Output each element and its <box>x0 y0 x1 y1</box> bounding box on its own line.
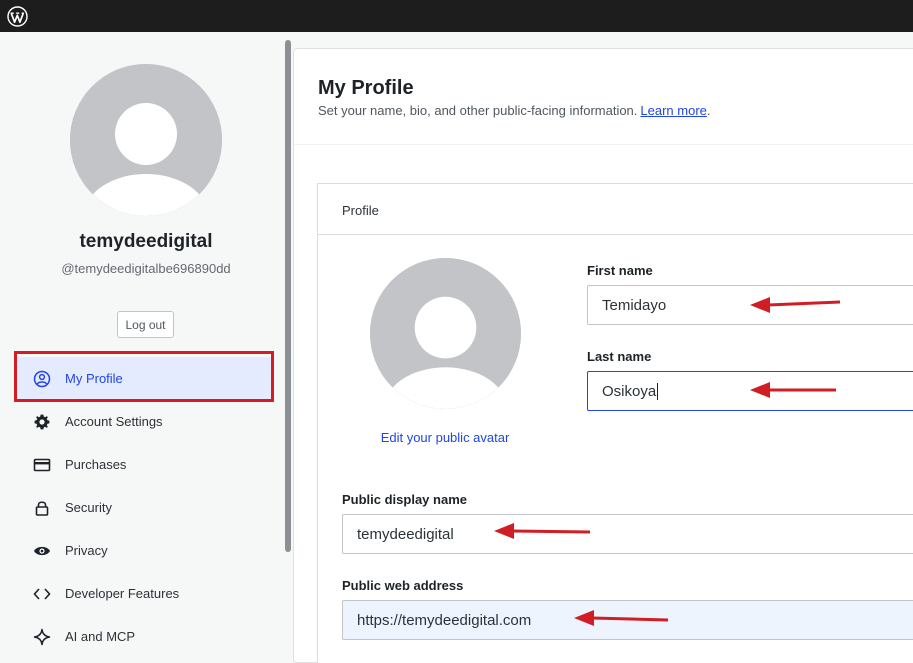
last-name-label: Last name <box>587 349 652 364</box>
sidebar-item-label: Privacy <box>65 543 108 558</box>
username: temydeedigital <box>79 231 213 252</box>
learn-more-link[interactable]: Learn more <box>640 103 706 118</box>
profile-card-header: Profile <box>318 184 913 235</box>
sidebar-item-privacy[interactable]: Privacy <box>16 529 272 572</box>
text-caret <box>657 382 659 400</box>
sidebar-item-purchases[interactable]: Purchases <box>16 443 272 486</box>
public-avatar[interactable] <box>370 258 521 409</box>
eye-icon <box>32 541 52 561</box>
sidebar-item-security[interactable]: Security <box>16 486 272 529</box>
sidebar-item-label: AI and MCP <box>65 629 136 644</box>
sidebar-item-account-settings[interactable]: Account Settings <box>16 400 272 443</box>
annotation-arrow-icon <box>750 297 841 313</box>
first-name-value: Temidayo <box>602 296 667 314</box>
sidebar-item-label: Security <box>65 500 112 515</box>
default-avatar-icon <box>370 258 521 409</box>
default-avatar-icon <box>70 64 222 216</box>
sidebar-item-label: Developer Features <box>65 586 180 601</box>
gear-icon <box>32 412 52 432</box>
sidebar-item-developer-features[interactable]: Developer Features <box>16 572 272 615</box>
annotation-arrow-icon <box>494 523 591 539</box>
credit-card-icon <box>32 455 52 475</box>
sidebar-item-label: Purchases <box>65 457 127 472</box>
edit-avatar-link[interactable]: Edit your public avatar <box>345 430 545 445</box>
display-name-value: temydeedigital <box>357 525 454 543</box>
logout-button[interactable]: Log out <box>117 311 174 338</box>
sparkle-icon <box>32 627 52 647</box>
code-icon <box>32 584 52 604</box>
wordpress-logo-icon[interactable] <box>7 6 28 27</box>
sidebar-item-label: Account Settings <box>65 414 163 429</box>
display-name-label: Public display name <box>342 492 467 507</box>
last-name-value: Osikoya <box>602 382 657 400</box>
sidebar-item-ai-and-mcp[interactable]: AI and MCP <box>16 615 272 658</box>
user-handle: @temydeedigitalbe696890dd <box>61 261 231 276</box>
annotation-arrow-icon <box>574 610 669 626</box>
page-title: My Profile <box>318 77 414 99</box>
lock-icon <box>32 498 52 518</box>
annotation-arrow-icon <box>750 382 836 398</box>
display-name-input[interactable]: temydeedigital <box>342 514 913 554</box>
page-subtitle-end: . <box>706 103 711 118</box>
first-name-label: First name <box>587 263 653 278</box>
profile-avatar[interactable] <box>70 64 222 216</box>
annotation-highlight-box <box>14 351 274 402</box>
web-address-label: Public web address <box>342 578 464 593</box>
sidebar-scrollbar[interactable] <box>285 40 291 552</box>
web-address-value: https://temydeedigital.com <box>357 611 532 629</box>
page-subtitle: Set your name, bio, and other public-fac… <box>318 103 711 118</box>
admin-top-bar <box>0 0 913 32</box>
divider <box>294 144 913 145</box>
page-subtitle-text: Set your name, bio, and other public-fac… <box>318 103 638 118</box>
